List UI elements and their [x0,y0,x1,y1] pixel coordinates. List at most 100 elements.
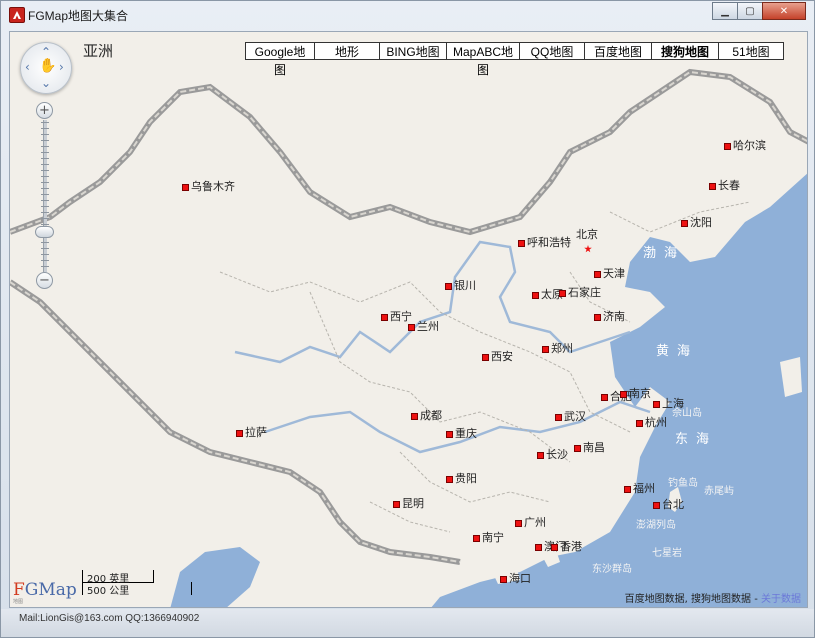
city-label: 南宁 [482,531,504,544]
city-dot-icon [542,346,549,353]
city-marker[interactable]: 济南 [594,308,625,324]
city-marker[interactable]: 海口 [500,570,531,586]
city-label: 天津 [603,267,625,280]
map-tab[interactable]: QQ地图 [519,42,585,60]
close-button[interactable]: ✕ [762,2,806,20]
city-label: 沈阳 [690,216,712,229]
app-window: FGMap地图大集合 ▁ ▢ ✕ [0,0,815,638]
city-label: 成都 [420,409,442,422]
maximize-button[interactable]: ▢ [737,2,763,20]
city-marker[interactable]: 长春 [709,177,740,193]
island-label: 赤尾屿 [704,482,734,497]
city-marker[interactable]: 广州 [515,514,546,530]
city-marker[interactable]: 杭州 [636,414,667,430]
city-marker[interactable]: 北京 [576,226,598,255]
city-marker[interactable]: 香港 [551,538,582,554]
city-marker[interactable]: 石家庄 [559,284,601,300]
city-label: 呼和浩特 [527,236,571,249]
city-marker[interactable]: 重庆 [446,425,477,441]
city-marker[interactable]: 哈尔滨 [724,137,766,153]
zoom-out-button[interactable]: − [36,272,53,289]
city-marker[interactable]: 南宁 [473,529,504,545]
city-dot-icon [594,314,601,321]
fgmap-logo: FGMap地图 [13,580,77,600]
city-marker[interactable]: 天津 [594,265,625,281]
city-marker[interactable]: 福州 [624,480,655,496]
title-bar[interactable]: FGMap地图大集合 ▁ ▢ ✕ [1,1,814,27]
app-icon [9,7,25,23]
city-dot-icon [601,394,608,401]
zoom-handle[interactable] [35,226,54,238]
city-label: 济南 [603,310,625,323]
city-label: 广州 [524,516,546,529]
city-marker[interactable]: 郑州 [542,340,573,356]
city-marker[interactable]: 成都 [411,407,442,423]
city-dot-icon [532,292,539,299]
city-label: 长沙 [546,448,568,461]
city-dot-icon [445,283,452,290]
pan-left-icon[interactable]: ‹ [25,60,30,74]
city-dot-icon [236,430,243,437]
city-label: 长春 [718,179,740,192]
capital-star-icon [584,245,592,253]
city-label: 拉萨 [245,426,267,439]
city-label: 银川 [454,279,476,292]
city-label: 贵阳 [455,472,477,485]
city-marker[interactable]: 台北 [653,496,684,512]
city-dot-icon [473,535,480,542]
city-dot-icon [551,544,558,551]
minimize-button[interactable]: ▁ [712,2,738,20]
city-marker[interactable]: 武汉 [555,408,586,424]
map-tab[interactable]: BING地图 [379,42,447,60]
city-marker[interactable]: 昆明 [393,495,424,511]
city-label: 武汉 [564,410,586,423]
pan-right-icon[interactable]: › [59,60,64,74]
city-marker[interactable]: 沈阳 [681,214,712,230]
map-tab[interactable]: 51地图 [718,42,784,60]
zoom-slider[interactable]: + − [36,102,54,292]
city-label: 郑州 [551,342,573,355]
about-data-link[interactable]: 关于数据 [761,594,801,605]
pan-down-icon[interactable]: ⌄ [41,76,51,90]
city-dot-icon [620,391,627,398]
map-canvas[interactable]: 亚洲 Google地图地形BING地图MapABC地图QQ地图百度地图搜狗地图5… [9,31,808,608]
city-label: 南京 [629,387,651,400]
city-marker[interactable]: 西安 [482,348,513,364]
map-tab[interactable]: 百度地图 [584,42,652,60]
city-dot-icon [559,290,566,297]
city-dot-icon [515,520,522,527]
city-label: 杭州 [645,416,667,429]
city-marker[interactable]: 兰州 [408,318,439,334]
city-marker[interactable]: 贵阳 [446,470,477,486]
map-tab[interactable]: 地形 [314,42,380,60]
city-dot-icon [653,401,660,408]
city-marker[interactable]: 银川 [445,277,476,293]
city-marker[interactable]: 南昌 [574,439,605,455]
city-marker[interactable]: 长沙 [537,446,568,462]
city-dot-icon [446,476,453,483]
city-dot-icon [411,413,418,420]
city-marker[interactable]: 呼和浩特 [518,234,571,250]
city-dot-icon [393,501,400,508]
map-tab[interactable]: MapABC地图 [446,42,520,60]
city-marker[interactable]: 南京 [620,385,651,401]
map-tab[interactable]: Google地图 [245,42,315,60]
hand-icon[interactable]: ✋ [39,58,56,74]
city-dot-icon [681,220,688,227]
pan-control[interactable]: ⌃ ⌄ ‹ › ✋ [20,42,72,94]
map-tab[interactable]: 搜狗地图 [651,42,719,60]
sea-label-bohai: 渤海 [643,242,685,261]
island-label: 钓鱼岛 [668,474,698,489]
city-label: 海口 [509,572,531,585]
city-dot-icon [653,502,660,509]
city-dot-icon [535,544,542,551]
zoom-in-button[interactable]: + [36,102,53,119]
contact-info: Mail:LionGis@163.com QQ:1366940902 [19,613,199,624]
pan-up-icon[interactable]: ⌃ [41,45,51,59]
city-marker[interactable]: 拉萨 [236,424,267,440]
city-dot-icon [709,183,716,190]
city-label: 北京 [576,228,598,241]
city-label: 南昌 [583,441,605,454]
city-marker[interactable]: 乌鲁木齐 [182,178,235,194]
city-dot-icon [624,486,631,493]
